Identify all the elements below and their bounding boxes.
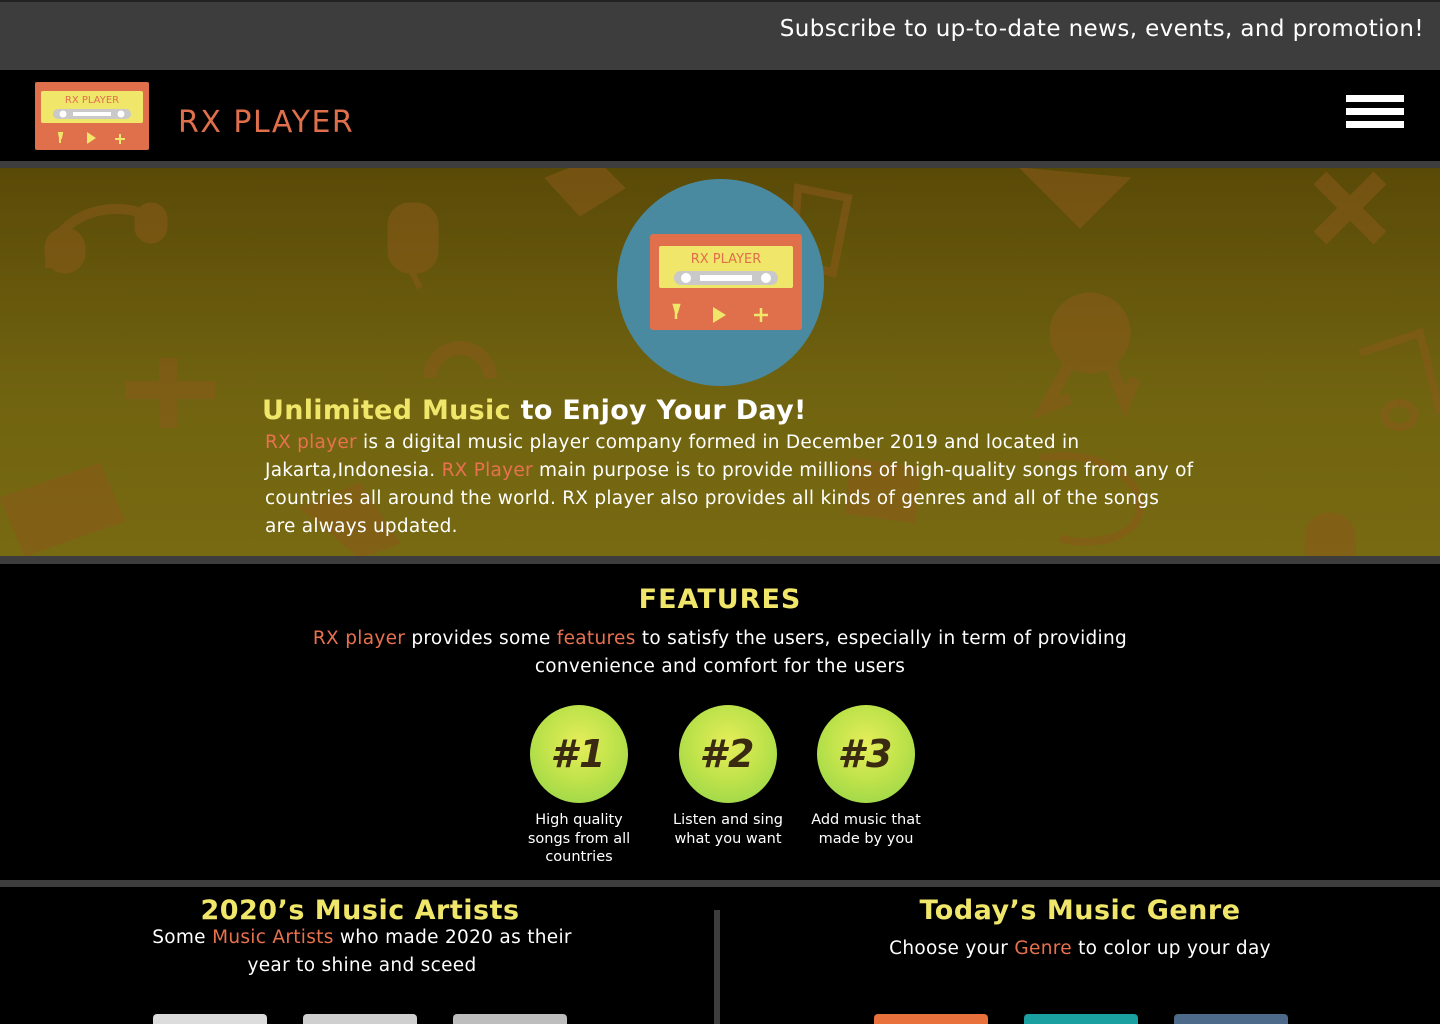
artists-genre-section: 2020’s Music Artists Some Music Artists … [0,887,1440,1024]
hamburger-menu-icon[interactable] [1346,95,1404,135]
features-brand: RX player [312,628,406,649]
features-section: FEATURES RX player provides some feature… [0,564,1440,880]
divider [0,161,1440,168]
feature-item[interactable]: #3 Add music that made by you [801,705,931,848]
column-divider [714,910,720,1024]
genre-card[interactable] [1024,1014,1138,1024]
features-lead: RX player provides some features to sati… [290,625,1150,681]
hero-description: RX player is a digital music player comp… [265,429,1195,541]
genre-description: Choose your Genre to color up your day [720,935,1440,963]
logo-label: RX PLAYER [65,95,119,106]
feature-caption: High quality songs from all countries [527,812,631,865]
artists-title: 2020’s Music Artists [200,895,520,926]
genre-title: Today’s Music Genre [919,895,1241,926]
artist-card[interactable] [153,1014,267,1024]
cassette-logo[interactable]: RX PLAYER [35,82,149,150]
feature-badge: #2 [679,705,777,803]
features-keyword: features [556,628,636,649]
subscribe-text[interactable]: Subscribe to up-to-date news, events, an… [780,16,1424,42]
hero-title-rest: to Enjoy Your Day! [510,395,807,426]
feature-caption: Listen and sing what you want [673,812,783,847]
genre-keyword: Genre [1014,938,1072,959]
feature-badge: #3 [817,705,915,803]
feature-badge: #1 [530,705,628,803]
feature-caption: Add music that made by you [811,812,921,847]
genre-card[interactable] [874,1014,988,1024]
hero-section: RX PLAYER Unlimited Music to Enjoy Your … [0,168,1440,556]
feature-item[interactable]: #1 High quality songs from all countries [514,705,644,867]
hero-cassette-logo: RX PLAYER [650,234,802,330]
artists-description: Some Music Artists who made 2020 as thei… [130,924,594,980]
features-title: FEATURES [638,584,802,615]
artist-card[interactable] [303,1014,417,1024]
features-lead-text: provides some [405,628,557,649]
artists-keyword: Music Artists [212,927,334,948]
cassette-icon: RX PLAYER [41,91,143,144]
hero-brand-mention: RX player [265,432,357,453]
cassette-icon: RX PLAYER [659,246,793,323]
hero-brand-mention: RX Player [441,460,533,481]
brand-name[interactable]: RX PLAYER [178,105,354,140]
divider [0,556,1440,564]
divider [0,880,1440,887]
hero-title: Unlimited Music to Enjoy Your Day! [262,395,807,426]
genre-card[interactable] [1174,1014,1288,1024]
hero-logo-label: RX PLAYER [691,252,762,267]
navbar: RX PLAYER RX PLAYER [0,70,1440,161]
genre-text: Choose your [889,938,1015,959]
feature-item[interactable]: #2 Listen and sing what you want [663,705,793,848]
artists-text: Some [152,927,213,948]
hero-title-highlight: Unlimited Music [262,395,511,426]
genre-text: to color up your day [1071,938,1271,959]
subscribe-bar: Subscribe to up-to-date news, events, an… [0,0,1440,70]
artist-card[interactable] [453,1014,567,1024]
